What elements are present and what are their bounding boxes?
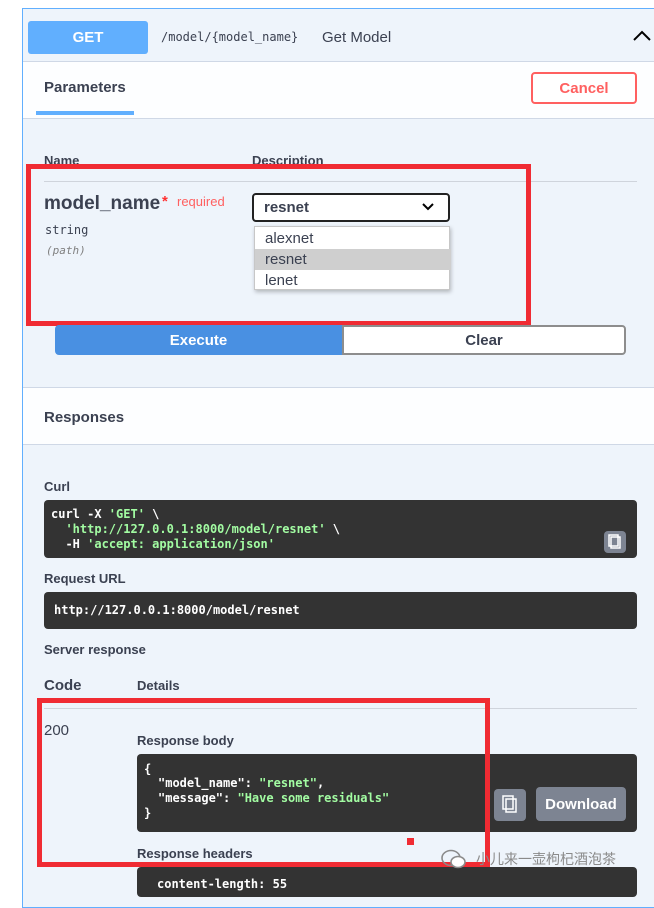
details-header: Details — [137, 678, 180, 693]
annotation-dot — [407, 838, 414, 845]
download-button[interactable]: Download — [536, 787, 626, 821]
server-response-label: Server response — [44, 642, 146, 657]
watermark: 小儿来一壶枸杞酒泡茶 — [440, 846, 640, 872]
wechat-icon — [441, 849, 466, 869]
curl-code-block[interactable]: curl -X 'GET' \ 'http://127.0.0.1:8000/m… — [44, 500, 637, 558]
curl-header: 'accept: application/json' — [87, 537, 275, 551]
curl-flag: -H — [65, 537, 88, 551]
operation-summary[interactable]: Get Model — [322, 29, 391, 46]
method-badge[interactable]: GET — [28, 21, 148, 54]
annotation-box-response — [37, 698, 490, 867]
clear-button[interactable]: Clear — [342, 325, 626, 355]
request-url-value: http://127.0.0.1:8000/model/resnet — [54, 603, 300, 617]
curl-cmd: curl -X — [51, 507, 109, 521]
code-header: Code — [44, 677, 82, 694]
request-url-label: Request URL — [44, 571, 126, 586]
curl-method: 'GET' — [108, 507, 145, 521]
curl-cont-2: \ — [325, 522, 340, 536]
copy-body-icon[interactable] — [494, 789, 526, 821]
tab-parameters[interactable]: Parameters — [36, 79, 134, 115]
header-line: content-length: 55 — [157, 877, 288, 891]
execute-button[interactable]: Execute — [55, 325, 342, 355]
curl-label: Curl — [44, 479, 70, 494]
cancel-button[interactable]: Cancel — [531, 72, 637, 104]
responses-title: Responses — [44, 409, 125, 426]
chevron-up-icon[interactable] — [630, 24, 654, 48]
annotation-box-params — [26, 164, 531, 326]
request-url-block[interactable]: http://127.0.0.1:8000/model/resnet — [44, 592, 637, 629]
copy-icon[interactable] — [604, 531, 626, 553]
watermark-text: 小儿来一壶枸杞酒泡茶 — [476, 851, 616, 867]
curl-cont-1: \ — [144, 507, 160, 521]
curl-url: 'http://127.0.0.1:8000/model/resnet' — [65, 522, 326, 536]
operation-path[interactable]: /model/{model_name} — [161, 30, 298, 44]
